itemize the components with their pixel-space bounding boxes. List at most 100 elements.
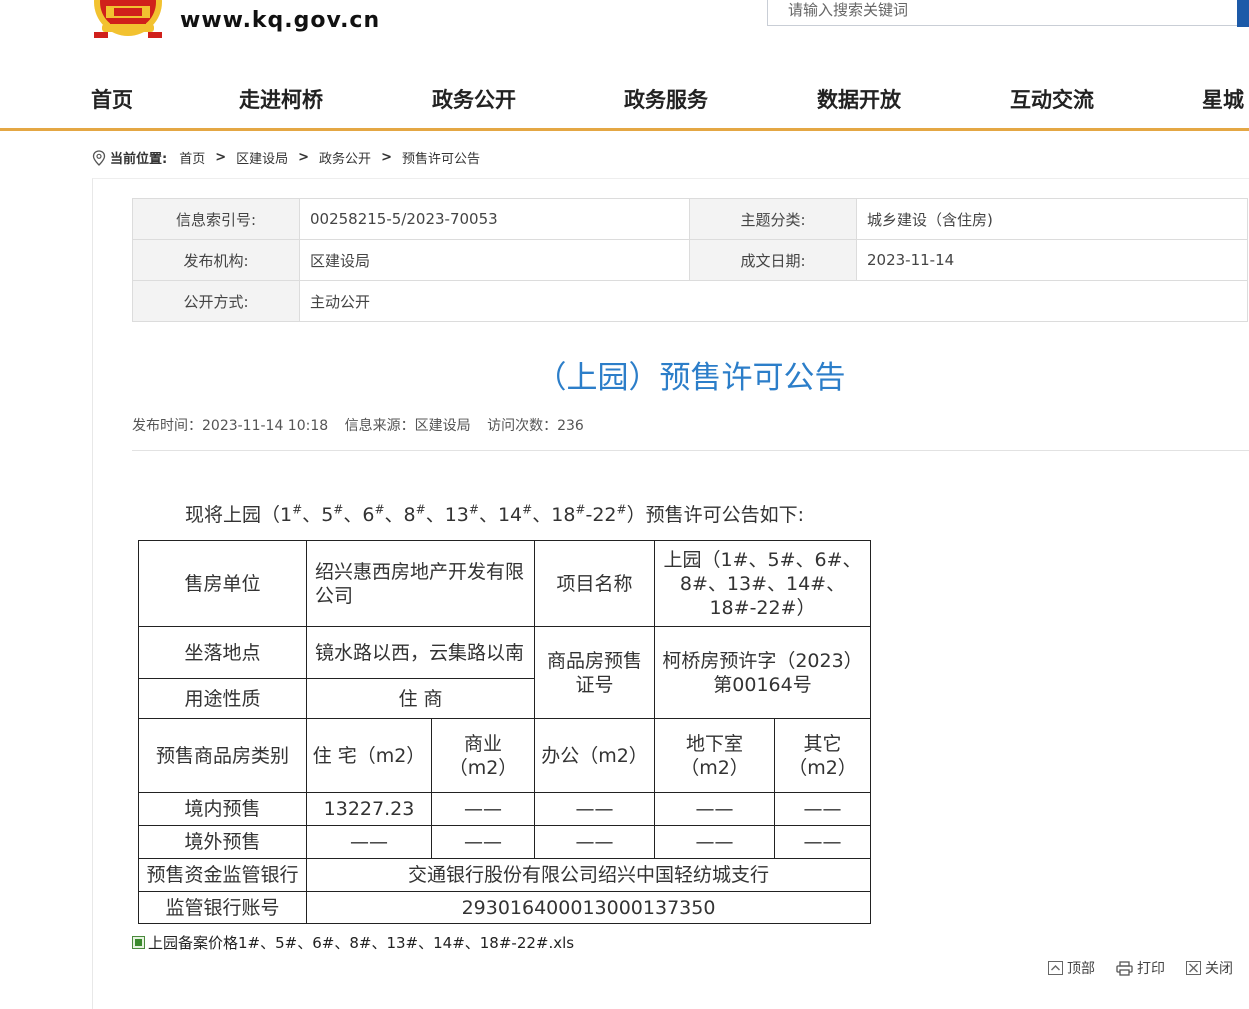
domestic-basement: —— [654,792,775,826]
hash-mark: # [616,502,627,517]
site-domain: www.kq.gov.cn [180,8,381,33]
publish-time: 发布时间：2023-11-14 10:18 [132,418,329,434]
domestic-commercial: —— [431,792,535,826]
foreign-office: —— [534,825,655,859]
document-meta-table: 信息索引号: 00258215-5/2023-70053 主题分类: 城乡建设（… [132,198,1248,322]
domestic-label: 境内预售 [138,792,307,826]
domestic-other: —— [774,792,871,826]
location-label: 坐落地点 [138,626,307,679]
topic-label: 主题分类: [689,198,857,240]
index-number-label: 信息索引号: [132,198,300,240]
bank-account-label: 监管银行账号 [138,891,307,924]
nav-government-affairs[interactable]: 政务公开 [432,84,516,114]
supervising-bank-value: 交通银行股份有限公司绍兴中国轻纺城支行 [306,858,871,892]
project-name-value: 上园（1#、5#、6#、8#、13#、14#、18#-22#） [654,540,871,627]
nav-open-data[interactable]: 数据开放 [817,84,901,114]
publish-info: 发布时间：2023-11-14 10:18 信息来源：区建设局 访问次数：236 [132,415,596,435]
foreign-basement: —— [654,825,775,859]
main-nav: 首页 走进柯桥 政务公开 政务服务 数据开放 互动交流 星城 [0,78,1249,118]
publisher-value: 区建设局 [299,239,690,281]
building-18: 18 [551,504,576,526]
attachment-link[interactable]: 上园备案价格1#、5#、6#、8#、13#、14#、18#-22#.xls [132,932,574,953]
category-label: 预售商品房类别 [138,718,307,793]
nav-xingcheng[interactable]: 星城 [1202,84,1244,114]
building-13: 13 [444,504,469,526]
hash-mark: # [374,502,385,517]
top-label: 顶部 [1067,961,1095,977]
presale-cert-label: 商品房预售证号 [534,626,655,719]
hash-mark: # [292,502,303,517]
visit-count: 访问次数：236 [487,418,584,434]
building-5: 5 [321,504,334,526]
location-value: 镜水路以西，云集路以南 [306,626,535,679]
foreign-commercial: —— [431,825,535,859]
breadcrumb-construction-bureau[interactable]: 区建设局 [236,148,288,167]
building-6: 6 [362,504,375,526]
topic-value: 城乡建设（含住房) [856,198,1248,240]
building-22: -22 [585,504,617,526]
foreign-other: —— [774,825,871,859]
breadcrumb-home[interactable]: 首页 [179,148,205,167]
breadcrumb-label: 当前位置: [110,152,168,167]
close-button[interactable]: 关闭 [1186,958,1233,978]
printer-icon [1116,960,1133,976]
bank-account-value: 293016400013000137350 [306,891,871,924]
breadcrumb-presale-notice[interactable]: 预售许可公告 [402,148,480,167]
building-14: 14 [497,504,523,526]
nav-about-keqiao[interactable]: 走进柯桥 [239,84,323,114]
national-emblem-logo[interactable] [92,0,164,40]
seller-value: 绍兴惠西房地产开发有限公司 [306,540,535,627]
divider [132,450,1249,451]
info-source: 信息来源：区建设局 [344,418,471,434]
nav-government-services[interactable]: 政务服务 [624,84,708,114]
domestic-office: —— [534,792,655,826]
hash-mark: # [415,502,426,517]
breadcrumb-separator: > [298,150,310,165]
intro-tail: ）预售许可公告如下: [626,504,804,526]
disclosure-label: 公开方式: [132,280,300,322]
disclosure-value: 主动公开 [299,280,1248,322]
search-input[interactable] [788,1,1188,19]
project-name-label: 项目名称 [534,540,655,627]
breadcrumb-separator: > [381,150,392,165]
usage-value: 住 商 [306,678,535,719]
presale-cert-value: 柯桥房预许字（2023）第00164号 [654,626,871,719]
hash-mark: # [575,502,586,517]
location-pin-icon [92,149,106,166]
col-other: 其它（m2） [774,718,871,793]
close-label: 关闭 [1205,961,1233,977]
back-to-top-button[interactable]: 顶部 [1048,958,1095,978]
breadcrumb: 当前位置: 首页 > 区建设局 > 政务公开 > 预售许可公告 [92,148,480,167]
seller-label: 售房单位 [138,540,307,627]
site-header: www.kq.gov.cn 首页 走进柯桥 政务公开 政务服务 数据开放 互动交… [0,0,1249,131]
article-title: （上园）预售许可公告 [535,360,846,396]
nav-underline [0,128,1249,131]
document-date-label: 成文日期: [689,239,857,281]
document-date-value: 2023-11-14 [856,239,1248,281]
foreign-label: 境外预售 [138,825,307,859]
intro-paragraph: 现将上园（1#、5#、6#、8#、13#、14#、18#-22#）预售许可公告如… [185,502,804,526]
excel-file-icon [132,936,145,949]
supervising-bank-label: 预售资金监管银行 [138,858,307,892]
col-residential: 住 宅（m2） [306,718,432,793]
building-8: 8 [403,504,416,526]
attachment-filename[interactable]: 上园备案价格1#、5#、6#、8#、13#、14#、18#-22#.xls [148,932,574,953]
hash-mark: # [522,502,533,517]
arrow-up-icon [1048,961,1063,975]
building-1: 1 [280,504,293,526]
search-button[interactable] [1237,0,1249,27]
intro-lead: 现将上园（ [185,504,281,526]
nav-home[interactable]: 首页 [91,84,133,114]
publisher-label: 发布机构: [132,239,300,281]
col-basement: 地下室（m2） [654,718,775,793]
nav-interaction[interactable]: 互动交流 [1010,84,1094,114]
site-title-cropped [180,0,470,4]
print-label: 打印 [1137,961,1165,977]
hash-mark: # [468,502,479,517]
print-button[interactable]: 打印 [1116,958,1165,978]
index-number-value: 00258215-5/2023-70053 [299,198,690,240]
close-icon [1186,961,1201,975]
hash-mark: # [333,502,344,517]
foreign-residential: —— [306,825,432,859]
breadcrumb-government-affairs[interactable]: 政务公开 [319,148,371,167]
